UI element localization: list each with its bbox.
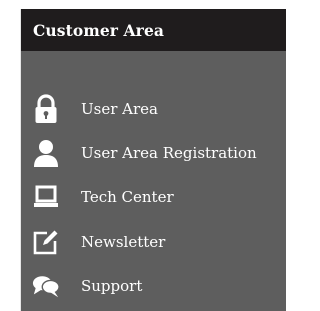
menu-item-label: Tech Center — [81, 188, 174, 206]
panel-header: Customer Area — [21, 9, 286, 51]
customer-area-panel: Customer Area User Area User Area Regist… — [20, 9, 286, 311]
menu-item-user-area-registration[interactable]: User Area Registration — [21, 135, 286, 171]
menu-item-user-area[interactable]: User Area — [21, 91, 286, 127]
menu-item-label: Support — [81, 277, 143, 295]
lock-icon — [32, 93, 60, 125]
menu-item-newsletter[interactable]: Newsletter — [21, 224, 286, 260]
panel-title: Customer Area — [33, 20, 165, 40]
chat-bubbles-icon — [32, 270, 60, 302]
menu-item-label: Newsletter — [81, 233, 166, 251]
menu-item-support[interactable]: Support — [21, 268, 286, 304]
menu-item-label: User Area — [81, 100, 158, 118]
laptop-icon — [32, 181, 60, 213]
menu-item-label: User Area Registration — [81, 144, 257, 162]
user-icon — [32, 137, 60, 169]
edit-icon — [32, 226, 60, 258]
menu-item-tech-center[interactable]: Tech Center — [21, 179, 286, 215]
